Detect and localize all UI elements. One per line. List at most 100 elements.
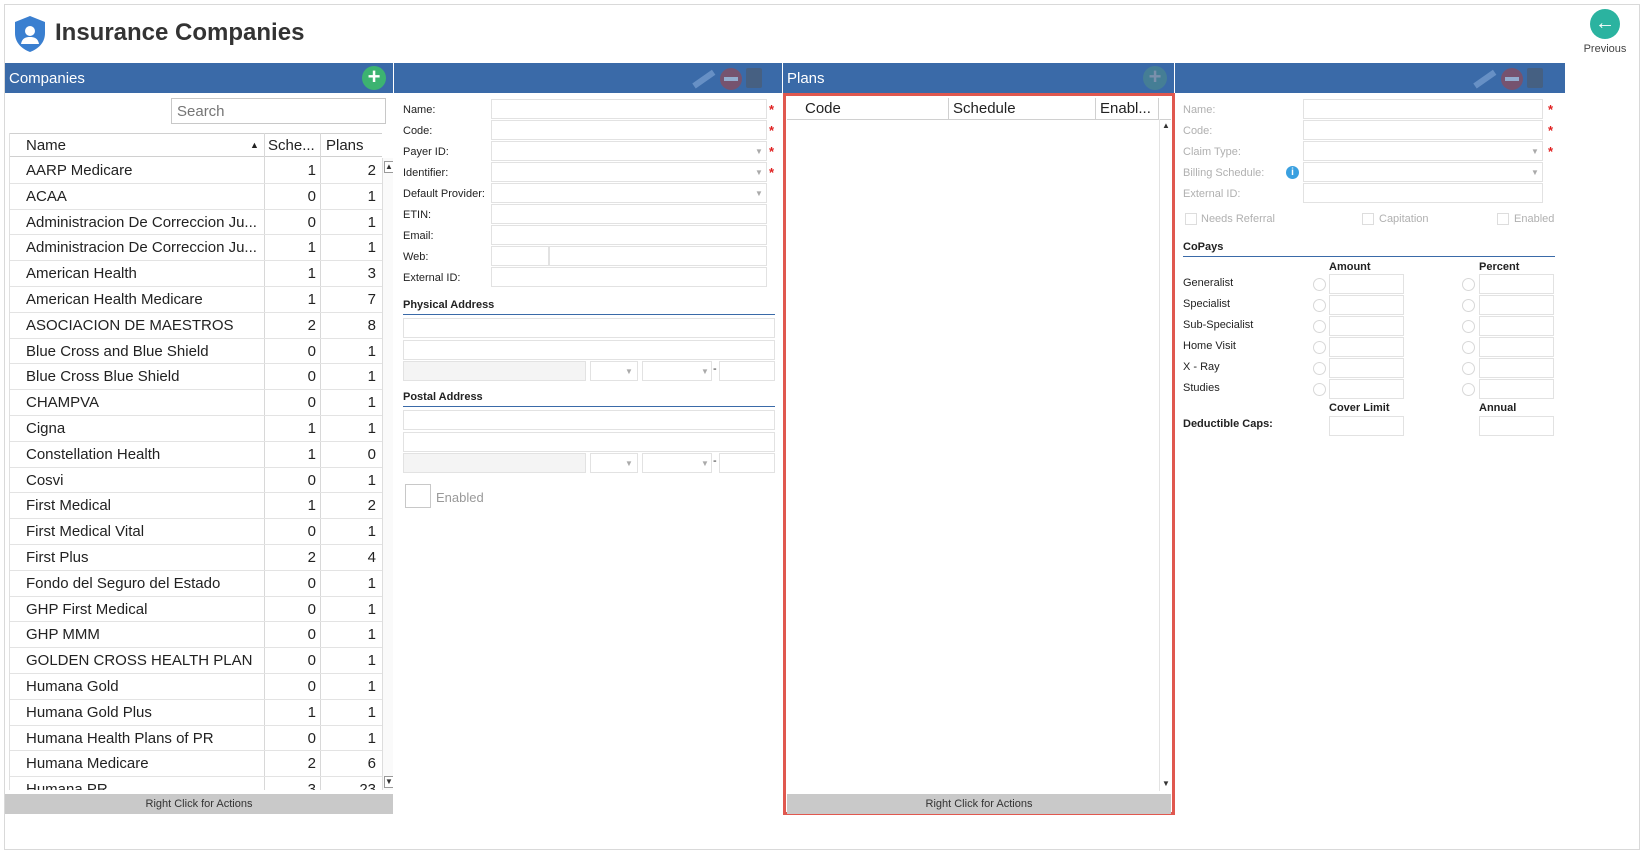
table-row[interactable]: Blue Cross and Blue Shield 0 1 [10,339,382,365]
company-code-field[interactable] [491,120,767,140]
edit-pencil-icon[interactable] [692,69,716,89]
save-disk-icon[interactable] [746,68,762,88]
table-row[interactable]: GHP First Medical 0 1 [10,597,382,623]
copay-amount-field[interactable] [1329,274,1404,294]
copay-percent-field[interactable] [1479,295,1554,315]
plan-external-id-field[interactable] [1303,183,1543,203]
table-row[interactable]: First Plus 2 4 [10,545,382,571]
copay-percent-radio[interactable] [1462,341,1475,354]
etin-field[interactable] [491,204,767,224]
column-header-schedule[interactable]: Schedule [953,100,1016,117]
add-company-button[interactable]: + [362,66,386,90]
table-row[interactable]: American Health Medicare 1 7 [10,287,382,313]
company-name-field[interactable] [491,99,767,119]
postal-address-line1[interactable] [403,410,775,430]
external-id-field[interactable] [491,267,767,287]
table-row[interactable]: Humana Gold 0 1 [10,674,382,700]
table-row[interactable]: Humana Gold Plus 1 1 [10,700,382,726]
copay-percent-radio[interactable] [1462,278,1475,291]
table-row[interactable]: GOLDEN CROSS HEALTH PLAN 0 1 [10,648,382,674]
table-row[interactable]: Cosvi 0 1 [10,468,382,494]
copay-amount-field[interactable] [1329,316,1404,336]
company-enabled-checkbox[interactable] [405,484,431,508]
copay-amount-radio[interactable] [1313,362,1326,375]
table-row[interactable]: Humana PR 3 23 [10,777,382,790]
copay-percent-radio[interactable] [1462,362,1475,375]
edit-pencil-icon[interactable] [1473,69,1497,89]
delete-icon[interactable] [1501,68,1523,90]
previous-button[interactable]: ← Previous [1577,9,1633,55]
copay-percent-field[interactable] [1479,358,1554,378]
needs-referral-checkbox[interactable] [1185,213,1197,225]
plan-enabled-checkbox[interactable] [1497,213,1509,225]
copay-amount-field[interactable] [1329,337,1404,357]
table-row[interactable]: GHP MMM 0 1 [10,622,382,649]
copay-percent-field[interactable] [1479,274,1554,294]
copay-percent-radio[interactable] [1462,383,1475,396]
table-row[interactable]: Fondo del Seguro del Estado 0 1 [10,571,382,597]
table-row[interactable]: CHAMPVA 0 1 [10,390,382,416]
table-row[interactable]: Administracion De Correccion Ju... 1 1 [10,235,382,262]
companies-scrollbar[interactable]: ▲ ▼ [382,158,393,790]
add-plan-button[interactable]: + [1143,66,1167,90]
copay-amount-radio[interactable] [1313,299,1326,312]
copay-amount-radio[interactable] [1313,341,1326,354]
delete-icon[interactable] [720,68,742,90]
scroll-down-icon[interactable]: ▼ [1161,779,1171,791]
table-row[interactable]: Humana Medicare 2 6 [10,751,382,778]
copay-amount-radio[interactable] [1313,383,1326,396]
copay-amount-field[interactable] [1329,358,1404,378]
web-address-field[interactable] [549,246,767,266]
identifier-select[interactable] [491,162,767,182]
plans-scrollbar[interactable]: ▲ ▼ [1159,119,1171,791]
table-row[interactable]: Cigna 1 1 [10,416,382,442]
scroll-up-icon[interactable]: ▲ [384,161,393,173]
copay-amount-radio[interactable] [1313,320,1326,333]
column-header-name[interactable]: Name [26,137,66,154]
copay-amount-field[interactable] [1329,379,1404,399]
postal-address-line2[interactable] [403,432,775,452]
companies-footer[interactable]: Right Click for Actions [5,794,393,814]
physical-city-field[interactable] [403,361,586,381]
table-row[interactable]: First Medical 1 2 [10,493,382,520]
plans-footer[interactable]: Right Click for Actions [787,794,1171,814]
table-row[interactable]: Constellation Health 1 0 [10,442,382,468]
copay-percent-field[interactable] [1479,316,1554,336]
column-header-enabled[interactable]: Enabl... [1100,100,1151,117]
scroll-down-icon[interactable]: ▼ [384,776,393,788]
annual-field[interactable] [1479,416,1554,436]
postal-zip-field[interactable] [719,453,775,473]
info-icon[interactable]: i [1286,166,1299,179]
table-row[interactable]: Administracion De Correccion Ju... 0 1 [10,210,382,236]
copay-percent-radio[interactable] [1462,299,1475,312]
copay-amount-radio[interactable] [1313,278,1326,291]
scroll-up-icon[interactable]: ▲ [1161,121,1171,133]
table-row[interactable]: American Health 1 3 [10,261,382,287]
column-header-code[interactable]: Code [805,100,841,117]
copay-percent-radio[interactable] [1462,320,1475,333]
physical-zip-field[interactable] [719,361,775,381]
plan-code-field[interactable] [1303,120,1543,140]
table-row[interactable]: AARP Medicare 1 2 [10,158,382,184]
table-row[interactable]: First Medical Vital 0 1 [10,519,382,545]
default-provider-select[interactable] [491,183,767,203]
web-protocol-field[interactable] [491,246,549,266]
table-row[interactable]: ACAA 0 1 [10,184,382,210]
plan-name-field[interactable] [1303,99,1543,119]
physical-address-line1[interactable] [403,318,775,338]
postal-city-field[interactable] [403,453,586,473]
cover-limit-field[interactable] [1329,416,1404,436]
copay-percent-field[interactable] [1479,337,1554,357]
copay-amount-field[interactable] [1329,295,1404,315]
billing-schedule-select[interactable] [1303,162,1543,182]
capitation-checkbox[interactable] [1362,213,1374,225]
payer-id-select[interactable] [491,141,767,161]
table-row[interactable]: ASOCIACION DE MAESTROS 2 8 [10,313,382,339]
search-input[interactable] [171,98,386,124]
column-header-schedules[interactable]: Sche... [268,137,315,154]
table-row[interactable]: Humana Health Plans of PR 0 1 [10,726,382,752]
save-disk-icon[interactable] [1527,68,1543,88]
claim-type-select[interactable] [1303,141,1543,161]
physical-address-line2[interactable] [403,340,775,360]
email-field[interactable] [491,225,767,245]
